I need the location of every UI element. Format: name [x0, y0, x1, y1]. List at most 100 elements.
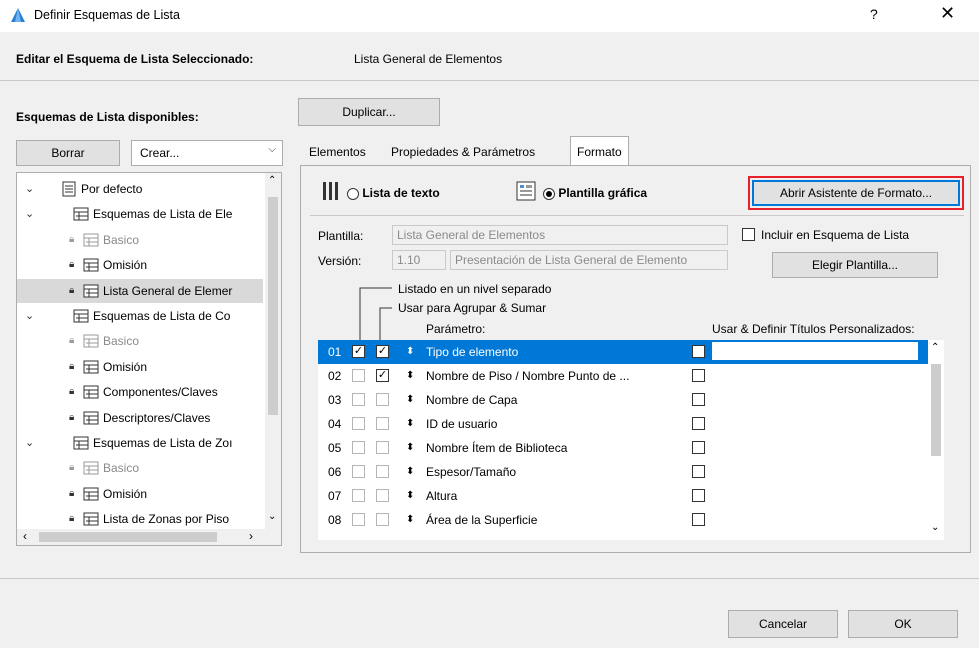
tree-item[interactable]: 🔒︎ Descriptores/Claves [17, 406, 263, 430]
group-sum-checkbox[interactable] [376, 489, 389, 502]
legend-lines [359, 287, 392, 340]
custom-title-checkbox[interactable] [692, 489, 705, 502]
grid-vertical-scrollbar[interactable]: ⌃ ⌄ [928, 340, 944, 540]
close-button[interactable]: ✕ [940, 3, 955, 24]
reorder-handle-icon[interactable]: ⬍ [406, 364, 414, 388]
scroll-left-icon[interactable]: ‹ [23, 529, 27, 543]
custom-titles-header: Usar & Definir Títulos Personalizados: [712, 322, 915, 336]
reorder-handle-icon[interactable]: ⬍ [406, 340, 414, 364]
tree-item[interactable]: 🔒︎ Basico [17, 228, 263, 252]
tree-item[interactable]: 🔒︎ Omisión [17, 482, 263, 506]
parameter-row[interactable]: 02 ✓ ⬍ Nombre de Piso / Nombre Punto de ... [318, 364, 944, 388]
group-sum-checkbox[interactable] [376, 513, 389, 526]
custom-title-checkbox[interactable] [692, 465, 705, 478]
tree-item[interactable]: 🔒︎ Basico [17, 456, 263, 480]
custom-title-checkbox[interactable] [692, 513, 705, 526]
scroll-up-icon[interactable]: ⌃ [268, 175, 276, 186]
custom-title-checkbox[interactable] [692, 441, 705, 454]
custom-title-input[interactable] [712, 342, 918, 360]
parameter-row[interactable]: 04 ⬍ ID de usuario [318, 412, 944, 436]
delete-button[interactable]: Borrar [16, 140, 120, 166]
expand-chevron-icon[interactable]: ⌄ [25, 177, 34, 201]
reorder-handle-icon[interactable]: ⬍ [406, 412, 414, 436]
reorder-handle-icon[interactable]: ⬍ [406, 484, 414, 508]
tree-item[interactable]: ⌄ Esquemas de Lista de Ele [17, 202, 263, 226]
grid-scroll-down-icon[interactable]: ⌄ [931, 522, 939, 533]
text-list-radio-button[interactable] [347, 187, 359, 200]
separate-level-checkbox[interactable] [352, 393, 365, 406]
choose-template-button[interactable]: Elegir Plantilla... [772, 252, 938, 278]
scroll-right-icon[interactable]: › [249, 529, 253, 543]
reorder-handle-icon[interactable]: ⬍ [406, 388, 414, 412]
group-sum-checkbox[interactable] [376, 441, 389, 454]
tree-item[interactable]: ⌄ Esquemas de Lista de Zoı [17, 431, 263, 455]
tree-item-label: Omisión [103, 486, 148, 501]
tree-item[interactable]: ⌄ Esquemas de Lista de Co [17, 304, 263, 328]
parameter-row[interactable]: 07 ⬍ Altura [318, 484, 944, 508]
group-sum-checkbox[interactable] [376, 465, 389, 478]
tree-horizontal-scrollbar[interactable]: ‹ › [17, 529, 281, 545]
tree-item[interactable]: 🔒︎ Lista de Zonas por Piso [17, 507, 263, 531]
text-list-radio[interactable]: Lista de texto [347, 186, 440, 200]
header-label: Editar el Esquema de Lista Seleccionado: [16, 52, 254, 66]
tree-item[interactable]: 🔒︎ Componentes/Claves [17, 380, 263, 404]
expand-chevron-icon[interactable]: ⌄ [25, 202, 34, 226]
tree-item[interactable]: 🔒︎ Lista General de Elemer [17, 278, 263, 303]
reorder-handle-icon[interactable]: ⬍ [406, 460, 414, 484]
parameter-row[interactable]: 06 ⬍ Espesor/Tamaño [318, 460, 944, 484]
separate-level-checkbox[interactable] [352, 369, 365, 382]
group-sum-checkbox[interactable] [376, 417, 389, 430]
tree-item[interactable]: 🔒︎ Basico [17, 329, 263, 353]
tree-hscroll-thumb[interactable] [39, 532, 217, 542]
separate-level-checkbox[interactable] [352, 417, 365, 430]
custom-title-checkbox[interactable] [692, 369, 705, 382]
create-combo[interactable]: Crear... ⌵ [131, 140, 283, 166]
open-format-wizard-button[interactable]: Abrir Asistente de Formato... [752, 180, 960, 206]
parameter-row[interactable]: 08 ⬍ Área de la Superficie [318, 508, 944, 532]
separate-level-label: Listado en un nivel separado [398, 282, 552, 296]
graphic-template-radio[interactable]: Plantilla gráfica [543, 186, 647, 200]
tree-item-label: Basico [103, 334, 140, 349]
separate-level-checkbox[interactable] [352, 441, 365, 454]
grid-scroll-thumb[interactable] [931, 364, 941, 456]
parameter-row[interactable]: 03 ⬍ Nombre de Capa [318, 388, 944, 412]
cancel-button[interactable]: Cancelar [728, 610, 838, 638]
expand-chevron-icon[interactable]: ⌄ [25, 431, 34, 455]
duplicate-button[interactable]: Duplicar... [298, 98, 440, 126]
graphic-template-radio-button[interactable] [543, 187, 555, 200]
parameter-grid[interactable]: 01 ✓ ✓ ⬍ Tipo de elemento 02 ✓ ⬍ Nombre de Piso … [318, 340, 944, 540]
separate-level-checkbox[interactable] [352, 465, 365, 478]
list-scheme-icon [83, 411, 99, 425]
group-sum-checkbox[interactable]: ✓ [376, 345, 389, 358]
scheme-folder-icon [73, 207, 89, 221]
parameter-row[interactable]: 01 ✓ ✓ ⬍ Tipo de elemento [318, 340, 944, 364]
tab-propiedades[interactable]: Propiedades & Parámetros [384, 138, 542, 164]
tree-item[interactable]: 🔒︎ Omisión [17, 355, 263, 379]
tab-formato[interactable]: Formato [570, 136, 629, 166]
schemes-tree[interactable]: ⌄ Por defecto ⌄ Esquemas de Lista de Ele 🔒︎ B… [16, 172, 282, 546]
expand-chevron-icon[interactable]: ⌄ [25, 304, 34, 328]
custom-title-checkbox[interactable] [692, 345, 705, 358]
separate-level-checkbox[interactable] [352, 489, 365, 502]
grid-scroll-up-icon[interactable]: ⌃ [931, 342, 939, 353]
reorder-handle-icon[interactable]: ⬍ [406, 436, 414, 460]
tree-item-label: Por defecto [81, 182, 143, 196]
separate-level-checkbox[interactable] [352, 513, 365, 526]
help-button[interactable]: ? [870, 6, 878, 22]
scroll-down-icon[interactable]: ⌄ [268, 511, 276, 522]
tree-item[interactable]: 🔒︎ Omisión [17, 253, 263, 277]
custom-title-checkbox[interactable] [692, 393, 705, 406]
tab-elementos[interactable]: Elementos [302, 138, 373, 164]
ok-button[interactable]: OK [848, 610, 958, 638]
reorder-handle-icon[interactable]: ⬍ [406, 508, 414, 532]
parameter-row[interactable]: 05 ⬍ Nombre Ítem de Biblioteca [318, 436, 944, 460]
include-checkbox[interactable] [742, 228, 755, 241]
tree-item-label: Lista de Zonas por Piso [103, 512, 230, 527]
group-sum-checkbox[interactable] [376, 393, 389, 406]
custom-title-checkbox[interactable] [692, 417, 705, 430]
tree-item[interactable]: ⌄ Por defecto [17, 177, 263, 201]
tree-vertical-scrollbar[interactable]: ⌃ ⌄ [265, 173, 281, 529]
tree-scroll-thumb[interactable] [268, 197, 278, 415]
group-sum-checkbox[interactable]: ✓ [376, 369, 389, 382]
separate-level-checkbox[interactable]: ✓ [352, 345, 365, 358]
